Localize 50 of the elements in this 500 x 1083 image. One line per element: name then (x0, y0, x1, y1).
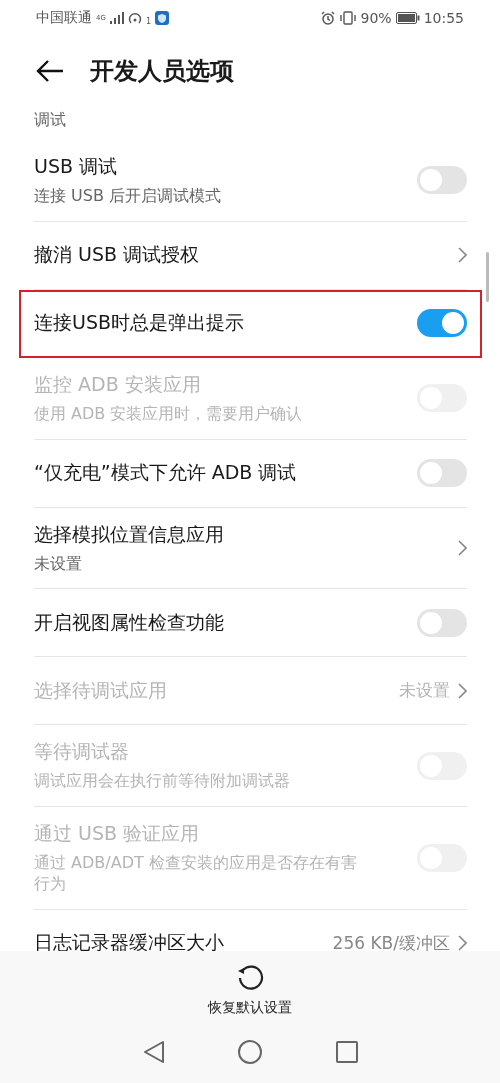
setting-title: “仅充电”模式下允许 ADB 调试 (34, 460, 297, 486)
clock: 10:55 (423, 10, 464, 26)
toggle-switch[interactable] (417, 309, 467, 338)
setting-title: 连接USB时总是弹出提示 (34, 310, 244, 336)
chevron-icon (458, 682, 467, 699)
alarm-icon (320, 11, 335, 25)
shield-icon (155, 11, 169, 25)
scroll-bar (486, 252, 489, 302)
toggle-switch[interactable] (417, 608, 467, 637)
setting-row[interactable]: 连接USB时总是弹出提示 (19, 289, 482, 358)
recents-icon[interactable] (335, 1041, 358, 1063)
battery-icon (395, 12, 420, 24)
setting-title: 日志记录器缓冲区大小 (34, 930, 224, 951)
toggle-switch[interactable] (417, 459, 467, 488)
setting-description: 通过 ADB/ADT 检查安装的应用是否存在有害行为 (34, 853, 358, 895)
setting-description: 未设置 (34, 553, 83, 575)
setting-title: 选择模拟位置信息应用 (34, 521, 224, 547)
hotspot-icon (127, 11, 142, 25)
toggle-switch[interactable] (417, 166, 467, 195)
setting-title: 监控 ADB 安装应用 (34, 371, 202, 397)
back-nav-icon[interactable] (142, 1040, 165, 1064)
setting-value: 未设置 (399, 679, 450, 703)
restore-defaults-button[interactable]: 恢复默认设置 (208, 963, 292, 1017)
setting-title: 选择待调试应用 (34, 677, 167, 703)
setting-description: 连接 USB 后开启调试模式 (34, 186, 221, 207)
setting-description: 调试应用会在执行前等待附加调试器 (34, 771, 290, 793)
setting-title: USB 调试 (34, 154, 119, 179)
setting-row[interactable]: 撤消 USB 调试授权 (34, 221, 467, 290)
setting-title: 通过 USB 验证应用 (34, 821, 201, 847)
carrier-name: 中国联通 (36, 9, 92, 27)
setting-title: 等待调试器 (34, 739, 130, 765)
setting-value: 256 KB/缓冲区 (332, 931, 450, 951)
chevron-icon (458, 540, 467, 556)
home-icon[interactable] (237, 1039, 263, 1065)
back-icon[interactable] (36, 60, 64, 82)
setting-row[interactable]: USB 调试 连接 USB 后开启调试模式 (34, 140, 467, 222)
hotspot-count: 1 (145, 17, 151, 26)
setting-row[interactable]: 选择模拟位置信息应用 未设置 (34, 507, 467, 590)
setting-row[interactable]: “仅充电”模式下允许 ADB 调试 (34, 439, 467, 508)
chevron-icon (458, 247, 467, 264)
setting-title: 撤消 USB 调试授权 (34, 242, 200, 268)
setting-row[interactable]: 开启视图属性检查功能 (34, 589, 467, 658)
battery-percent: 90% (360, 10, 392, 26)
signal-icon (109, 12, 124, 24)
setting-description: 使用 ADB 安装应用时，需要用户确认 (34, 403, 303, 425)
section-title: 调试 (33, 109, 67, 131)
chevron-icon (458, 935, 467, 951)
page-title: 开发人员选项 (90, 56, 234, 87)
vibrate-icon (338, 11, 357, 25)
setting-title: 开启视图属性检查功能 (34, 609, 224, 635)
